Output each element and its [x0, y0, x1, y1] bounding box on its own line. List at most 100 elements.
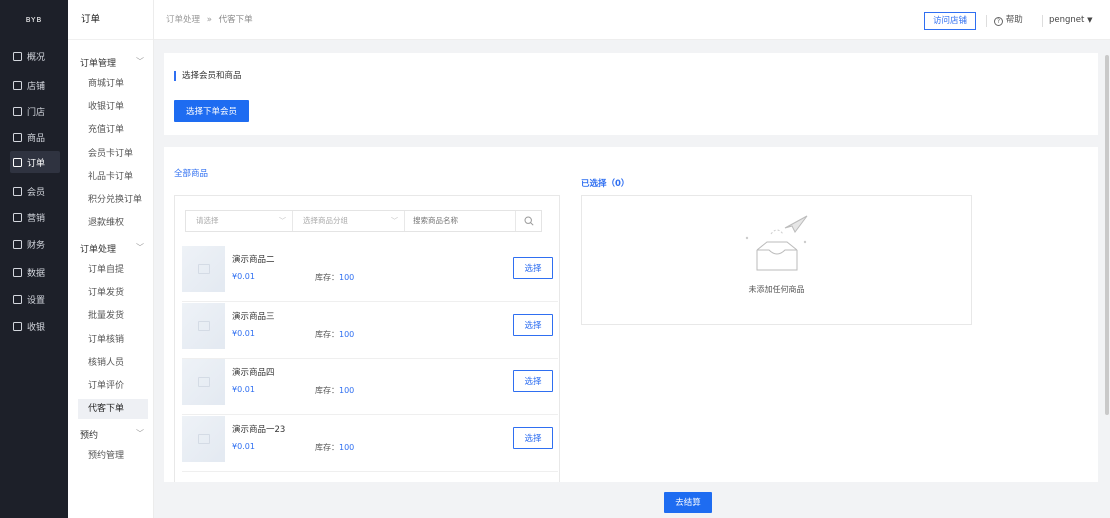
divider	[986, 15, 987, 27]
user-menu[interactable]: pengnet ▼	[1049, 0, 1092, 40]
goods-stock: 库存：100	[315, 442, 354, 453]
nav-item-label: 财务	[27, 240, 46, 251]
search-button[interactable]	[515, 211, 541, 231]
pick-goods-button[interactable]: 选择	[513, 257, 553, 279]
price-value: 0.01	[237, 441, 255, 451]
submenu-item[interactable]: 订单自提	[78, 260, 148, 280]
nav-item-label: 会员	[27, 187, 46, 198]
goods-row: 演示商品四 ¥0.01 库存：100 选择	[182, 359, 558, 415]
goods-filters: 请选择 ﹀ 选择商品分组 ﹀	[185, 210, 542, 232]
nav-item-1[interactable]: 店铺	[10, 74, 60, 96]
breadcrumb-parent[interactable]: 订单处理	[166, 15, 200, 25]
goods-row: 演示商品三 ¥0.01 库存：100 选择	[182, 302, 558, 359]
submenu-item[interactable]: 会员卡订单	[78, 144, 148, 164]
divider	[1042, 15, 1043, 27]
chevron-down-icon: ﹀	[136, 57, 144, 66]
nav-item-0[interactable]: 概况	[10, 45, 60, 67]
checkout-button[interactable]: 去结算	[664, 492, 712, 513]
submenu-item[interactable]: 收银订单	[78, 97, 148, 117]
marketing-icon	[13, 212, 22, 222]
image-placeholder-icon	[197, 377, 210, 387]
goods-thumbnail	[182, 359, 225, 405]
nav-item-label: 数据	[27, 268, 46, 279]
user-name: pengnet	[1049, 15, 1085, 25]
stock-value: 100	[339, 273, 355, 282]
goods-search-input[interactable]	[405, 211, 515, 231]
image-placeholder-icon	[197, 433, 210, 444]
category-select[interactable]: 选择商品分组 ﹀	[293, 211, 405, 231]
dashboard-icon	[13, 51, 22, 61]
goods-name: 演示商品二	[232, 255, 275, 265]
submenu-item[interactable]: 充值订单	[78, 120, 148, 140]
pick-goods-button[interactable]: 选择	[513, 370, 553, 392]
chevron-down-icon: ﹀	[136, 243, 144, 252]
submenu-group-label: 预约	[80, 431, 99, 441]
nav-item-2[interactable]: 门店	[10, 100, 60, 122]
goods-price: ¥0.01	[232, 329, 255, 338]
empty-box-icon	[745, 215, 808, 271]
nav-item-4[interactable]: 订单	[10, 151, 60, 173]
member-section-title: 选择会员和商品	[174, 71, 242, 81]
store-icon	[13, 106, 22, 116]
nav-item-label: 收银	[27, 322, 46, 333]
submenu-item[interactable]: 批量发货	[78, 306, 148, 326]
help-label: 帮助	[1005, 15, 1023, 25]
chevron-down-icon: ﹀	[391, 217, 398, 225]
breadcrumb-current: 代客下单	[218, 15, 253, 25]
submenu-item[interactable]: 订单发货	[78, 283, 148, 303]
stock-value: 100	[339, 329, 355, 339]
sub-menu: 订单 订单管理 ﹀ 商城订单收银订单充值订单会员卡订单礼品卡订单积分兑换订单 退款维权…	[68, 0, 154, 518]
goods-list-box: 请选择 ﹀ 选择商品分组 ﹀ 演示商品二¥0.01库存：100选择演示商品三¥0…	[174, 195, 560, 482]
nav-item-9[interactable]: 设置	[10, 288, 60, 310]
category-select-placeholder: 选择商品分组	[303, 216, 348, 225]
pick-goods-button[interactable]: 选择	[513, 313, 553, 336]
submenu-item[interactable]: 预约管理	[78, 446, 148, 466]
submenu-item[interactable]: 代客下单	[78, 399, 148, 420]
page-scrollbar[interactable]	[1105, 55, 1109, 415]
submenu-group[interactable]: 订单处理 ﹀	[80, 242, 150, 255]
submenu-item[interactable]: 商城订单	[78, 74, 148, 94]
nav-item-label: 设置	[27, 295, 46, 306]
nav-item-7[interactable]: 财务	[10, 233, 60, 255]
data-icon	[13, 267, 22, 277]
nav-item-10[interactable]: 收银	[10, 315, 60, 337]
submenu-group[interactable]: 预约 ﹀	[80, 428, 150, 441]
goods-stock: 库存：100	[315, 329, 354, 340]
submenu-item[interactable]: 礼品卡订单	[78, 167, 148, 187]
select-member-button[interactable]: 选择下单会员	[174, 100, 249, 122]
help-link[interactable]: ? 帮助	[994, 0, 1023, 40]
nav-item-3[interactable]: 商品	[10, 126, 60, 148]
submenu-item[interactable]: 订单评价	[78, 376, 148, 396]
type-select[interactable]: 请选择 ﹀	[186, 211, 293, 231]
pick-goods-button[interactable]: 选择	[513, 426, 553, 449]
nav-item-label: 商品	[27, 133, 46, 144]
goods-price: ¥0.01	[232, 272, 255, 281]
visit-store-button[interactable]: 访问店铺	[924, 12, 977, 30]
stock-label: 库存：	[315, 386, 339, 395]
member-icon	[13, 186, 22, 196]
goods-stock: 库存：100	[315, 272, 354, 283]
order-icon	[13, 157, 22, 167]
help-icon: ?	[994, 17, 1003, 26]
nav-item-6[interactable]: 营销	[10, 206, 60, 228]
search-icon	[523, 216, 534, 226]
submenu-item[interactable]: 退款维权	[78, 213, 148, 233]
sub-menu-title: 订单	[68, 0, 153, 40]
nav-item-5[interactable]: 会员	[10, 180, 60, 202]
nav-item-8[interactable]: 数据	[10, 261, 60, 283]
goods-name: 演示商品三	[232, 311, 275, 322]
member-panel: 选择会员和商品 选择下单会员	[164, 53, 1098, 135]
submenu-item[interactable]: 积分兑换订单	[78, 190, 148, 210]
stock-value: 100	[339, 386, 355, 395]
goods-name: 演示商品四	[232, 368, 275, 378]
chevron-down-icon: ﹀	[279, 217, 286, 225]
submenu-item[interactable]: 订单核销	[78, 330, 148, 350]
all-goods-tab[interactable]: 全部商品	[174, 167, 208, 179]
submenu-group-label: 订单管理	[80, 59, 117, 69]
submenu-group[interactable]: 订单管理 ﹀	[80, 56, 150, 69]
selected-goods-box: 未添加任何商品	[581, 195, 972, 325]
empty-state-text: 未添加任何商品	[748, 285, 805, 294]
goods-row: 演示商品一23 ¥0.01 库存：100 选择	[182, 415, 558, 472]
submenu-item[interactable]: 核销人员	[78, 353, 148, 373]
stock-value: 100	[339, 442, 355, 452]
